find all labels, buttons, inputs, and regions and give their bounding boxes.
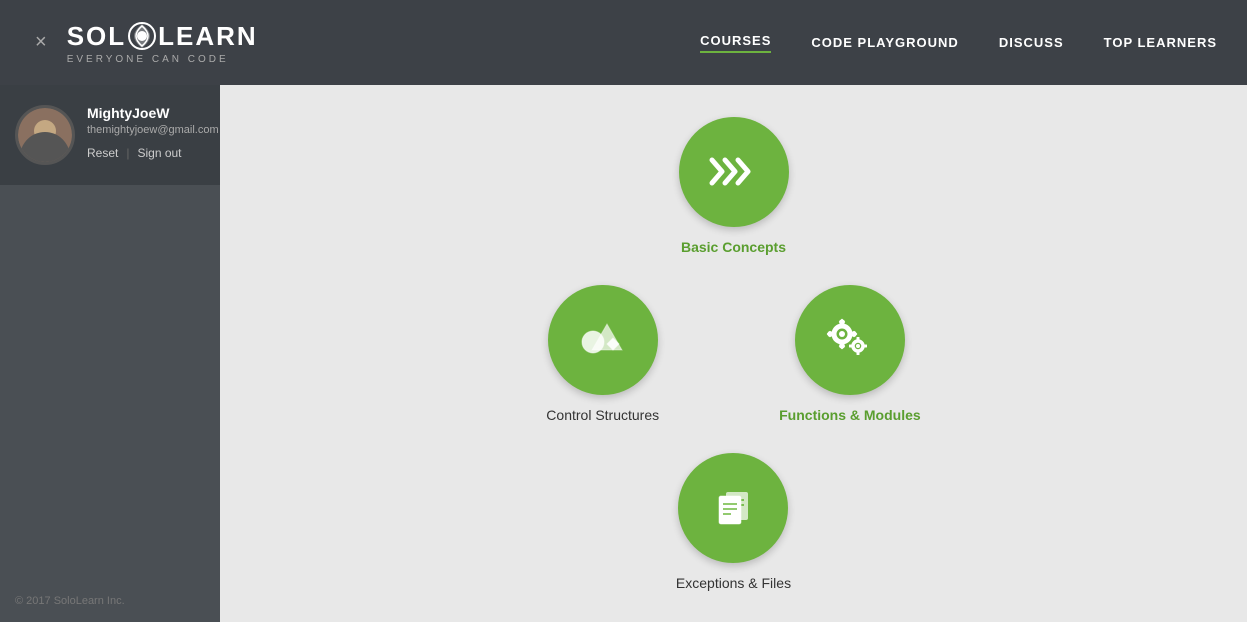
exceptions-files-label: Exceptions & Files <box>676 575 791 591</box>
course-row-3: Exceptions & Files <box>676 453 791 591</box>
user-panel: MightyJoeW themightyjoew@gmail.com Reset… <box>0 85 220 185</box>
nav-courses[interactable]: COURSES <box>700 33 771 53</box>
user-actions: Reset | Sign out <box>87 146 219 160</box>
gears-icon <box>822 312 877 367</box>
sidebar-footer: © 2017 SoloLearn Inc. <box>0 580 220 622</box>
functions-modules-label: Functions & Modules <box>779 407 921 423</box>
course-item-basic-concepts[interactable]: Basic Concepts <box>679 117 789 255</box>
logo-icon <box>128 22 156 50</box>
close-button[interactable]: × <box>30 26 52 59</box>
avatar <box>15 105 75 165</box>
sidebar: MightyJoeW themightyjoew@gmail.com Reset… <box>0 85 220 622</box>
course-item-exceptions-files[interactable]: Exceptions & Files <box>676 453 791 591</box>
course-item-functions-modules[interactable]: Functions & Modules <box>779 285 921 423</box>
user-email: themightyjoew@gmail.com <box>87 124 219 136</box>
user-info: MightyJoeW themightyjoew@gmail.com Reset… <box>87 105 219 160</box>
nav-code-playground[interactable]: CODE PLAYGROUND <box>811 35 958 50</box>
functions-modules-circle <box>795 285 905 395</box>
main-layout: MightyJoeW themightyjoew@gmail.com Reset… <box>0 85 1247 622</box>
course-item-control-structures[interactable]: Control Structures <box>546 285 659 423</box>
files-icon <box>706 480 761 535</box>
logo-area: × SOL LEARN EVERYONE CAN CODE <box>30 21 258 65</box>
header: × SOL LEARN EVERYONE CAN CODE COURSES CO… <box>0 0 1247 85</box>
signout-link[interactable]: Sign out <box>137 146 181 160</box>
control-structures-label: Control Structures <box>546 407 659 423</box>
logo-name: SOL LEARN <box>67 21 258 52</box>
reset-link[interactable]: Reset <box>87 146 118 160</box>
exceptions-files-circle <box>678 453 788 563</box>
avatar-image <box>18 108 72 162</box>
user-name: MightyJoeW <box>87 105 219 121</box>
logo-tagline: EVERYONE CAN CODE <box>67 54 258 65</box>
course-grid: Basic Concepts <box>220 85 1247 622</box>
control-structures-circle <box>548 285 658 395</box>
nav-discuss[interactable]: DISCUSS <box>999 35 1064 50</box>
course-row-2: Control Structures <box>546 285 920 423</box>
nav-top-learners[interactable]: TOP LEARNERS <box>1104 35 1217 50</box>
course-row-1: Basic Concepts <box>679 117 789 255</box>
basic-concepts-label: Basic Concepts <box>681 239 786 255</box>
main-content: Basic Concepts <box>220 85 1247 622</box>
basic-concepts-circle <box>679 117 789 227</box>
logo-text: SOL LEARN EVERYONE CAN CODE <box>67 21 258 65</box>
separator: | <box>126 146 129 160</box>
chevrons-icon <box>706 144 761 199</box>
nav-links: COURSES CODE PLAYGROUND DISCUSS TOP LEAR… <box>700 33 1217 53</box>
shapes-icon <box>575 312 630 367</box>
